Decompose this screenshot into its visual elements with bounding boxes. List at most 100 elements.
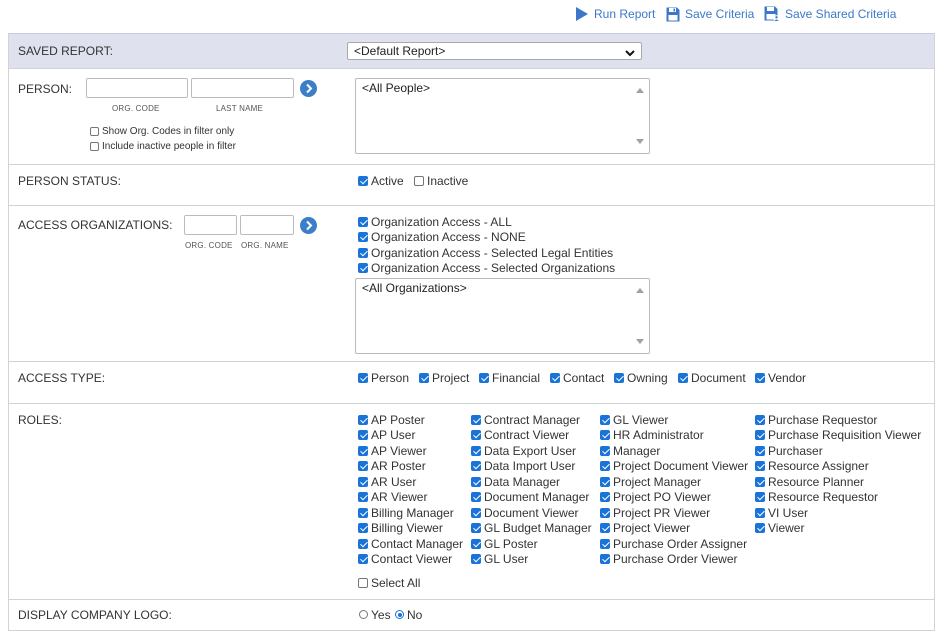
access-type-option-label: Owning [627, 370, 668, 385]
listbox-scrollbar[interactable] [632, 279, 649, 353]
scroll-down-icon[interactable] [636, 139, 644, 144]
logo-no-radio[interactable]: No [395, 607, 422, 622]
org-access-legal-entities-checkbox[interactable]: Organization Access - Selected Legal Ent… [358, 245, 613, 260]
org-access-none-checkbox[interactable]: Organization Access - NONE [358, 229, 526, 244]
access-org-name-input[interactable] [240, 215, 294, 235]
organizations-listbox[interactable]: <All Organizations> [355, 278, 650, 354]
checkbox-box [358, 262, 368, 273]
checkbox-box [414, 175, 424, 186]
person-listbox[interactable]: <All People> [355, 78, 650, 154]
run-report-button[interactable]: Run Report [575, 4, 655, 24]
checkbox-box [600, 523, 610, 533]
role-checkbox[interactable]: Billing Viewer [358, 521, 443, 536]
role-checkbox[interactable]: Purchaser [755, 443, 823, 458]
role-checkbox[interactable]: Billing Manager [358, 505, 454, 520]
role-checkbox[interactable]: Manager [600, 443, 660, 458]
role-checkbox[interactable]: GL Poster [471, 536, 538, 551]
scroll-up-icon[interactable] [636, 288, 644, 293]
logo-yes-radio[interactable]: Yes [359, 607, 391, 622]
role-label: Purchase Order Viewer [613, 552, 738, 566]
role-label: Contact Manager [371, 536, 464, 551]
checkbox-box [358, 554, 368, 564]
access-type-contact-checkbox[interactable]: Contact [550, 370, 604, 385]
role-label: Purchase Order Assigner [613, 536, 748, 551]
save-shared-criteria-button[interactable]: Save Shared Criteria [764, 4, 896, 24]
access-org-code-input[interactable] [184, 215, 237, 235]
role-checkbox[interactable]: Data Export User [471, 443, 576, 458]
roles-select-all-checkbox[interactable]: Select All [358, 575, 420, 590]
role-checkbox[interactable]: Contract Manager [471, 412, 580, 427]
scroll-down-icon[interactable] [636, 339, 644, 344]
role-checkbox[interactable]: AP Poster [358, 412, 425, 427]
role-checkbox[interactable]: Project PO Viewer [600, 490, 711, 505]
access-org-name-caption: ORG. NAME [241, 241, 289, 250]
show-org-codes-checkbox[interactable]: Show Org. Codes in filter only [90, 124, 234, 139]
access-type-owning-checkbox[interactable]: Owning [614, 370, 668, 385]
person-org-code-input[interactable] [86, 78, 188, 98]
role-checkbox[interactable]: Contract Viewer [471, 428, 569, 443]
checkbox-box [471, 461, 481, 471]
role-checkbox[interactable]: Project Manager [600, 474, 701, 489]
checkbox-box [358, 492, 368, 502]
checkbox-box [419, 372, 429, 383]
status-active-checkbox[interactable]: Active [358, 173, 404, 188]
chevron-right-icon [300, 217, 317, 234]
role-label: AR Viewer [371, 490, 428, 504]
role-checkbox[interactable]: AP Viewer [358, 443, 427, 458]
person-last-name-input[interactable] [191, 78, 294, 98]
role-checkbox[interactable]: Project PR Viewer [600, 505, 710, 520]
role-checkbox[interactable]: Data Import User [471, 459, 575, 474]
role-checkbox[interactable]: Project Viewer [600, 521, 690, 536]
role-checkbox[interactable]: Contact Manager [358, 536, 463, 551]
role-checkbox[interactable]: Document Manager [471, 490, 589, 505]
access-type-document-checkbox[interactable]: Document [678, 370, 746, 385]
role-checkbox[interactable]: AR Viewer [358, 490, 427, 505]
role-checkbox[interactable]: Resource Planner [755, 474, 864, 489]
role-checkbox[interactable]: GL User [471, 552, 528, 567]
person-list-item[interactable]: <All People> [362, 81, 643, 95]
access-type-person-checkbox[interactable]: Person [358, 370, 409, 385]
chevron-down-icon [625, 46, 635, 62]
role-checkbox[interactable]: Purchase Order Assigner [600, 536, 747, 551]
checkbox-box [358, 538, 368, 549]
role-checkbox[interactable]: AR Poster [358, 459, 426, 474]
include-inactive-checkbox[interactable]: Include inactive people in filter [90, 139, 236, 154]
role-label: AR Poster [371, 459, 426, 473]
role-checkbox[interactable]: VI User [755, 505, 808, 520]
role-checkbox[interactable]: Project Document Viewer [600, 459, 748, 474]
status-inactive-checkbox[interactable]: Inactive [414, 173, 468, 188]
checkbox-box [600, 538, 610, 549]
org-access-all-checkbox[interactable]: Organization Access - ALL [358, 214, 512, 229]
role-checkbox[interactable]: AR User [358, 474, 416, 489]
listbox-scrollbar[interactable] [632, 79, 649, 153]
checkbox-box [600, 461, 610, 471]
role-checkbox[interactable]: AP User [358, 428, 415, 443]
role-checkbox[interactable]: Resource Assigner [755, 459, 869, 474]
role-checkbox[interactable]: HR Administrator [600, 428, 704, 443]
role-checkbox[interactable]: GL Viewer [600, 412, 668, 427]
access-type-financial-checkbox[interactable]: Financial [479, 370, 540, 385]
role-checkbox[interactable]: Viewer [755, 521, 804, 536]
role-checkbox[interactable]: Document Viewer [471, 505, 579, 520]
save-criteria-button[interactable]: Save Criteria [666, 4, 754, 24]
access-org-search-button[interactable] [300, 217, 317, 234]
scroll-up-icon[interactable] [636, 88, 644, 93]
checkbox-box [678, 372, 688, 383]
role-label: Data Export User [484, 443, 577, 458]
access-type-vendor-checkbox[interactable]: Vendor [755, 370, 806, 385]
organizations-list-item[interactable]: <All Organizations> [362, 281, 643, 295]
role-checkbox[interactable]: GL Budget Manager [471, 521, 592, 536]
org-access-selected-orgs-checkbox[interactable]: Organization Access - Selected Organizat… [358, 260, 615, 275]
role-label: Contact Viewer [371, 552, 453, 566]
saved-report-select[interactable]: <Default Report> [347, 42, 642, 60]
role-checkbox[interactable]: Purchase Requestor [755, 412, 877, 427]
role-checkbox[interactable]: Contact Viewer [358, 552, 452, 567]
role-checkbox[interactable]: Resource Requestor [755, 490, 878, 505]
access-type-label: ACCESS TYPE: [18, 371, 106, 385]
access-type-project-checkbox[interactable]: Project [419, 370, 469, 385]
checkbox-box [358, 445, 368, 456]
role-checkbox[interactable]: Data Manager [471, 474, 560, 489]
person-search-button[interactable] [300, 80, 317, 97]
role-checkbox[interactable]: Purchase Order Viewer [600, 552, 738, 567]
role-checkbox[interactable]: Purchase Requisition Viewer [755, 428, 921, 443]
